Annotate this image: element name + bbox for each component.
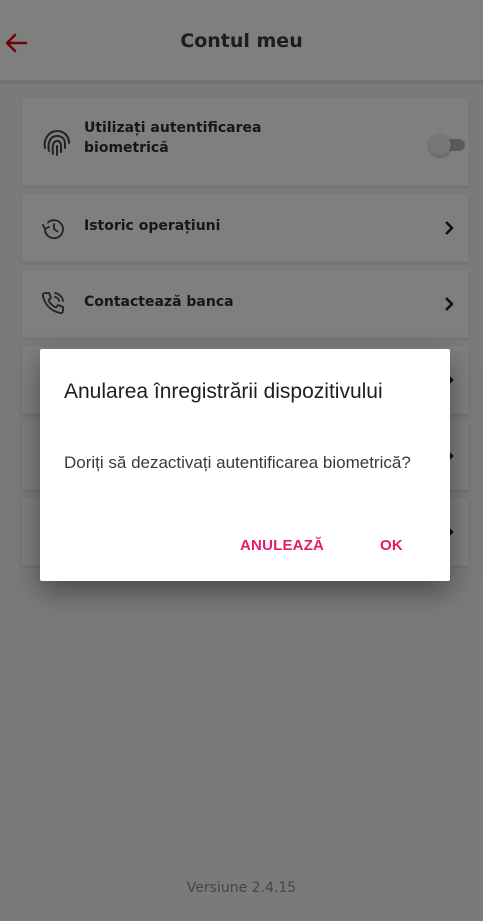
cancel-button[interactable]: ANULEAZĂ xyxy=(240,537,324,554)
dialog-message: Doriți să dezactivați autentificarea bio… xyxy=(64,453,411,472)
ok-button[interactable]: OK xyxy=(380,537,403,554)
deregister-dialog: Anularea înregistrării dispozitivului Do… xyxy=(40,349,450,581)
dialog-title: Anularea înregistrării dispozitivului xyxy=(64,380,383,403)
